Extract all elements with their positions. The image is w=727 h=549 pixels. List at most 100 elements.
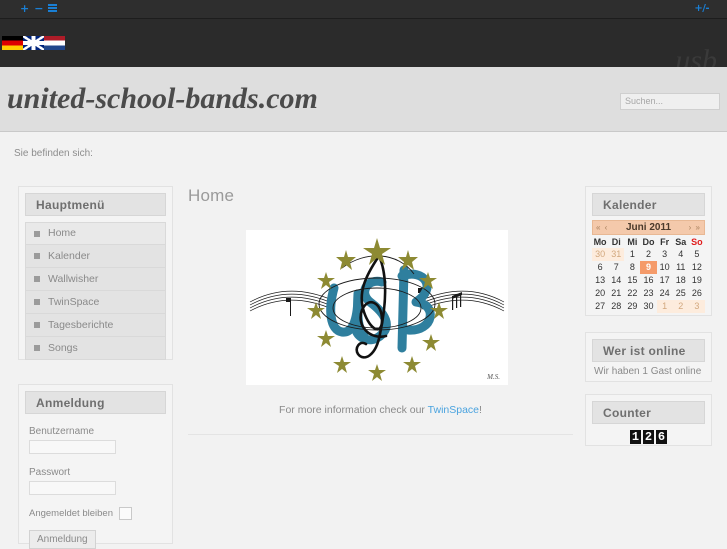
bullet-icon [34,276,40,282]
calendar-day[interactable]: 31 [608,248,625,261]
sidebar-item-label: TwinSpace [48,295,100,308]
counter-digit: 6 [656,430,667,444]
username-label: Benutzername [29,426,95,437]
info-text-before: For more information check our [279,404,428,416]
calendar-day[interactable]: 19 [689,274,705,287]
calendar-day[interactable]: 30 [592,248,609,261]
usb-logo-svg [246,230,508,385]
calendar-weekday-row: Mo Di Mi Do Fr Sa So [592,236,705,248]
calendar-day[interactable]: 10 [657,261,673,274]
username-field[interactable] [29,440,116,454]
calendar-day[interactable]: 24 [657,287,673,300]
calendar-day[interactable]: 15 [624,274,640,287]
module-login: Anmeldung Benutzername Passwort Angemeld… [18,384,173,549]
calendar-day[interactable]: 2 [640,248,656,261]
list-icon[interactable] [48,4,58,13]
sidebar-item-label: Wallwisher [48,272,99,285]
twinspace-link[interactable]: TwinSpace [428,404,479,416]
flag-germany-icon[interactable] [2,36,23,50]
module-who-is-online: Wer ist online Wir haben 1 Gast online [585,332,712,382]
calendar-day[interactable]: 23 [640,287,656,300]
calendar-day[interactable]: 21 [608,287,624,300]
calendar-weekday-sunday: So [691,237,703,247]
calendar-day[interactable]: 11 [673,261,689,274]
calendar-weekday: Sa [675,237,687,247]
calendar-day[interactable]: 6 [592,261,608,274]
calendar-weekday: Mi [627,237,638,247]
sidebar-item-wallwisher[interactable]: Wallwisher [25,268,166,291]
module-counter: Counter 126 [585,394,712,446]
calendar-day[interactable]: 2 [672,300,689,313]
flag-netherlands-icon[interactable] [44,36,65,50]
flag-uk-icon[interactable] [23,36,44,50]
password-field[interactable] [29,480,116,495]
login-title: Anmeldung [25,391,166,414]
calendar-day[interactable]: 26 [689,287,705,300]
calendar-day[interactable]: 5 [689,248,705,261]
calendar-weekday: Di [611,237,621,247]
calendar-next-button[interactable]: › » [689,223,701,232]
calendar-day[interactable]: 14 [608,274,624,287]
calendar-day[interactable]: 20 [592,287,608,300]
bullet-icon [34,322,40,328]
calendar-day[interactable]: 8 [624,261,640,274]
calendar-day[interactable]: 3 [657,248,673,261]
add-icon[interactable]: + [20,3,29,14]
calendar-day[interactable]: 17 [657,274,673,287]
bullet-icon [34,299,40,305]
plus-minus-toggle-icon[interactable]: +/- [694,3,709,14]
logo-signature: M.S. [487,373,500,381]
calendar-day[interactable]: 25 [673,287,689,300]
header-title-band: united-school-bands.com [0,67,727,132]
calendar-day[interactable]: 29 [624,300,640,313]
header-dark-band: usb [0,19,727,77]
admin-toolbar: + − +/- [0,0,727,19]
calendar-day[interactable]: 1 [624,248,640,261]
calendar-day[interactable]: 16 [640,274,656,287]
search-input[interactable] [620,93,720,110]
calendar-prev-button[interactable]: « ‹ [596,223,608,232]
calendar-days-body: 30 31 1 2 3 4 5 6 7 8 9 10 11 12 13 14 15 16 17 18 19 20 21 22 2… [592,248,705,313]
breadcrumb: Sie befinden sich: [14,148,93,159]
calendar-weekday: Fr [660,237,670,247]
content-divider [188,434,573,435]
login-submit-button[interactable]: Anmeldung [29,530,96,549]
calendar-day[interactable]: 27 [592,300,608,313]
sidebar-item-tagesberichte[interactable]: Tagesberichte [25,314,166,337]
calendar-day[interactable]: 1 [656,300,673,313]
calendar-day[interactable]: 3 [688,300,705,313]
calendar-weekday: Mo [593,237,607,247]
bullet-icon [34,253,40,259]
language-flag-switcher [2,36,65,50]
counter-value: 126 [586,430,711,444]
calendar-day[interactable]: 7 [608,261,624,274]
counter-digit: 1 [630,430,641,444]
sidebar-item-label: Tagesberichte [48,318,114,331]
calendar-widget: « ‹ Juni 2011 › » Mo Di Mi Do Fr Sa So 3… [592,220,705,313]
calendar-day[interactable]: 30 [640,300,656,313]
main-content: Home M.S. For more information check our… [188,186,573,435]
calendar-day[interactable]: 18 [673,274,689,287]
bullet-icon [34,230,40,237]
sidebar-item-kalender[interactable]: Kalender [25,245,166,268]
admin-toolbar-left-icons: + − [20,3,58,14]
page-title: Home [188,186,235,205]
password-label: Passwort [29,466,71,478]
calendar-day[interactable]: 13 [592,274,608,287]
remember-me-checkbox[interactable] [118,507,132,520]
sidebar-item-twinspace[interactable]: TwinSpace [25,291,166,314]
calendar-day[interactable]: 28 [608,300,624,313]
who-is-online-text: Wir haben 1 Gast online [594,366,702,377]
calendar-day[interactable]: 12 [689,261,705,274]
calendar-day[interactable]: 4 [673,248,689,261]
calendar-week-row: 13 14 15 16 17 18 19 [592,274,705,287]
calendar-week-row: 20 21 22 23 24 25 26 [592,287,705,300]
minus-icon[interactable]: − [34,3,43,14]
info-text-after: ! [479,404,482,416]
calendar-day-today[interactable]: 9 [640,261,657,274]
calendar-day[interactable]: 22 [624,287,640,300]
counter-digit: 2 [643,430,654,444]
calendar-header: « ‹ Juni 2011 › » [592,220,705,235]
sidebar-item-home[interactable]: Home [25,222,166,245]
sidebar-item-songs[interactable]: Songs [25,337,166,360]
